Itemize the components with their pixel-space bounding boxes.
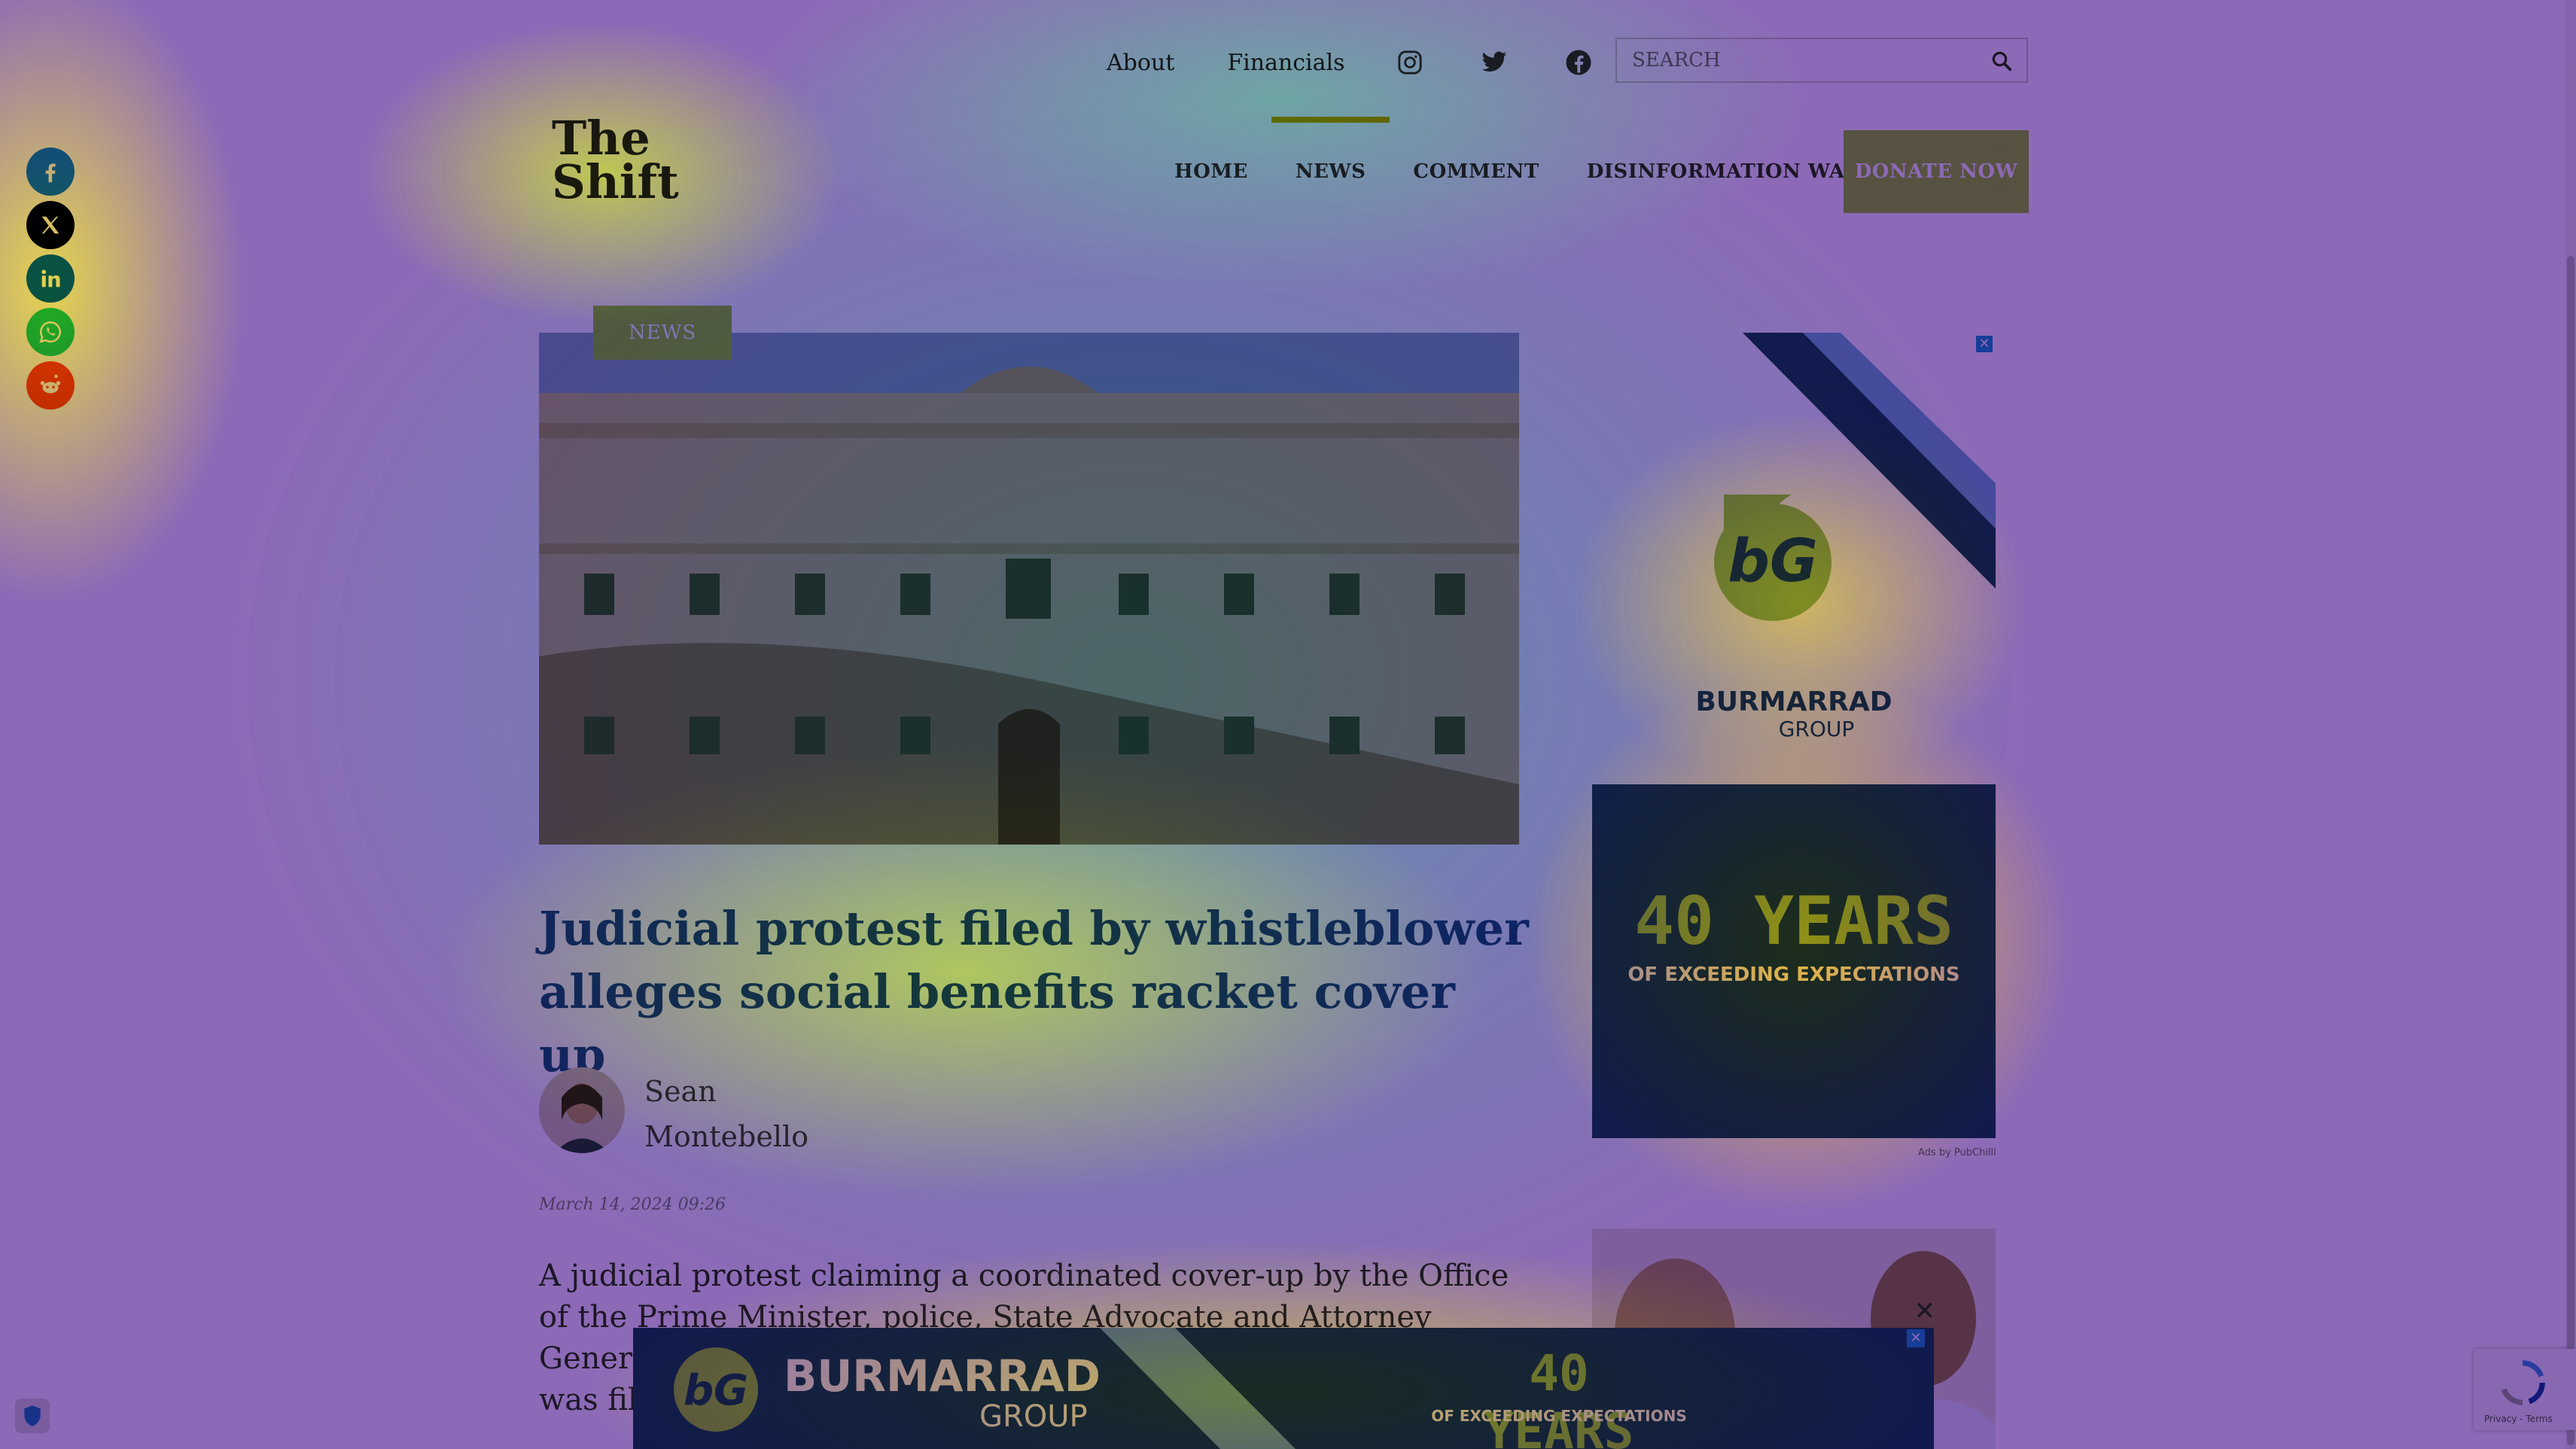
- bottom-ad-brand-sub: GROUP: [979, 1399, 1088, 1434]
- article-title: Judicial protest filed by whistleblower …: [539, 901, 1529, 1082]
- ads-by-label: Ads by PubChilli: [1918, 1147, 1996, 1158]
- ad-photo-close-icon[interactable]: ✕: [1914, 1296, 1936, 1326]
- bottom-ad-years: 40 YEARS: [1484, 1344, 1634, 1449]
- author-last-name: Montebello: [644, 1120, 809, 1153]
- search-box[interactable]: [1615, 38, 2028, 83]
- hero-image: [539, 333, 1519, 845]
- svg-text:bG: bG: [1728, 528, 1818, 595]
- privacy-shield-icon[interactable]: [15, 1399, 50, 1433]
- search-icon[interactable]: [1990, 50, 2013, 75]
- donate-button[interactable]: DONATE NOW: [1844, 130, 2029, 213]
- reddit-share-icon[interactable]: [26, 361, 75, 409]
- ad-tagline: OF EXCEEDING EXPECTATIONS: [1628, 963, 1960, 986]
- bottom-ad-brand: BURMARRAD: [784, 1350, 1101, 1402]
- instagram-icon[interactable]: [1396, 49, 1423, 76]
- svg-text:bG: bG: [684, 1366, 748, 1415]
- nav-news[interactable]: NEWS: [1271, 116, 1390, 183]
- nav-home[interactable]: HOME: [1174, 160, 1248, 183]
- whatsapp-share-icon[interactable]: [26, 308, 75, 356]
- linkedin-share-icon[interactable]: [26, 254, 75, 303]
- twitter-icon[interactable]: [1481, 49, 1508, 76]
- ad-brand: BURMARRAD: [1695, 686, 1892, 717]
- site-logo[interactable]: The Shift: [552, 115, 679, 209]
- recaptcha-badge[interactable]: Privacy - Terms: [2474, 1349, 2576, 1430]
- ad-close-icon[interactable]: ✕: [1976, 336, 1993, 352]
- facebook-icon[interactable]: [1565, 49, 1592, 76]
- category-badge[interactable]: NEWS: [593, 306, 732, 360]
- sidebar-ad-burmarrad[interactable]: bG BURMARRAD GROUP 40 YEARS OF EXCEEDING…: [1592, 333, 1996, 1138]
- nav-comment[interactable]: COMMENT: [1413, 160, 1539, 183]
- about-link[interactable]: About: [1107, 50, 1174, 76]
- facebook-share-icon[interactable]: [26, 148, 75, 196]
- ad-brand-sub: GROUP: [1778, 717, 1855, 741]
- bottom-ad-tagline: OF EXCEEDING EXPECTATIONS: [1431, 1407, 1687, 1425]
- scrollbar-thumb[interactable]: [2567, 256, 2574, 1445]
- article-date: March 14, 2024 09:26: [539, 1195, 726, 1214]
- search-input[interactable]: [1617, 48, 1980, 72]
- author-name[interactable]: Sean Montebello: [644, 1069, 870, 1159]
- author-avatar[interactable]: [539, 1067, 625, 1153]
- author-first-name: Sean: [644, 1075, 717, 1108]
- logo-line-2: Shift: [552, 154, 679, 209]
- financials-link[interactable]: Financials: [1227, 50, 1344, 76]
- top-bar: About Financials: [1107, 36, 1649, 89]
- article-body-tail: was fil: [539, 1383, 638, 1417]
- social-share-bar: [26, 148, 75, 415]
- page-scrollbar[interactable]: [2565, 0, 2576, 1449]
- bottom-banner-ad[interactable]: bG BURMARRAD GROUP 40 YEARS OF EXCEEDING…: [633, 1328, 1934, 1449]
- main-nav: HOME NEWS COMMENT DISINFORMATION WATCH: [1174, 116, 1941, 215]
- x-share-icon[interactable]: [26, 201, 75, 249]
- ad-years: 40 YEARS: [1634, 882, 1953, 960]
- recaptcha-text: Privacy - Terms: [2484, 1414, 2553, 1424]
- bottom-ad-close-icon[interactable]: ✕: [1907, 1329, 1925, 1347]
